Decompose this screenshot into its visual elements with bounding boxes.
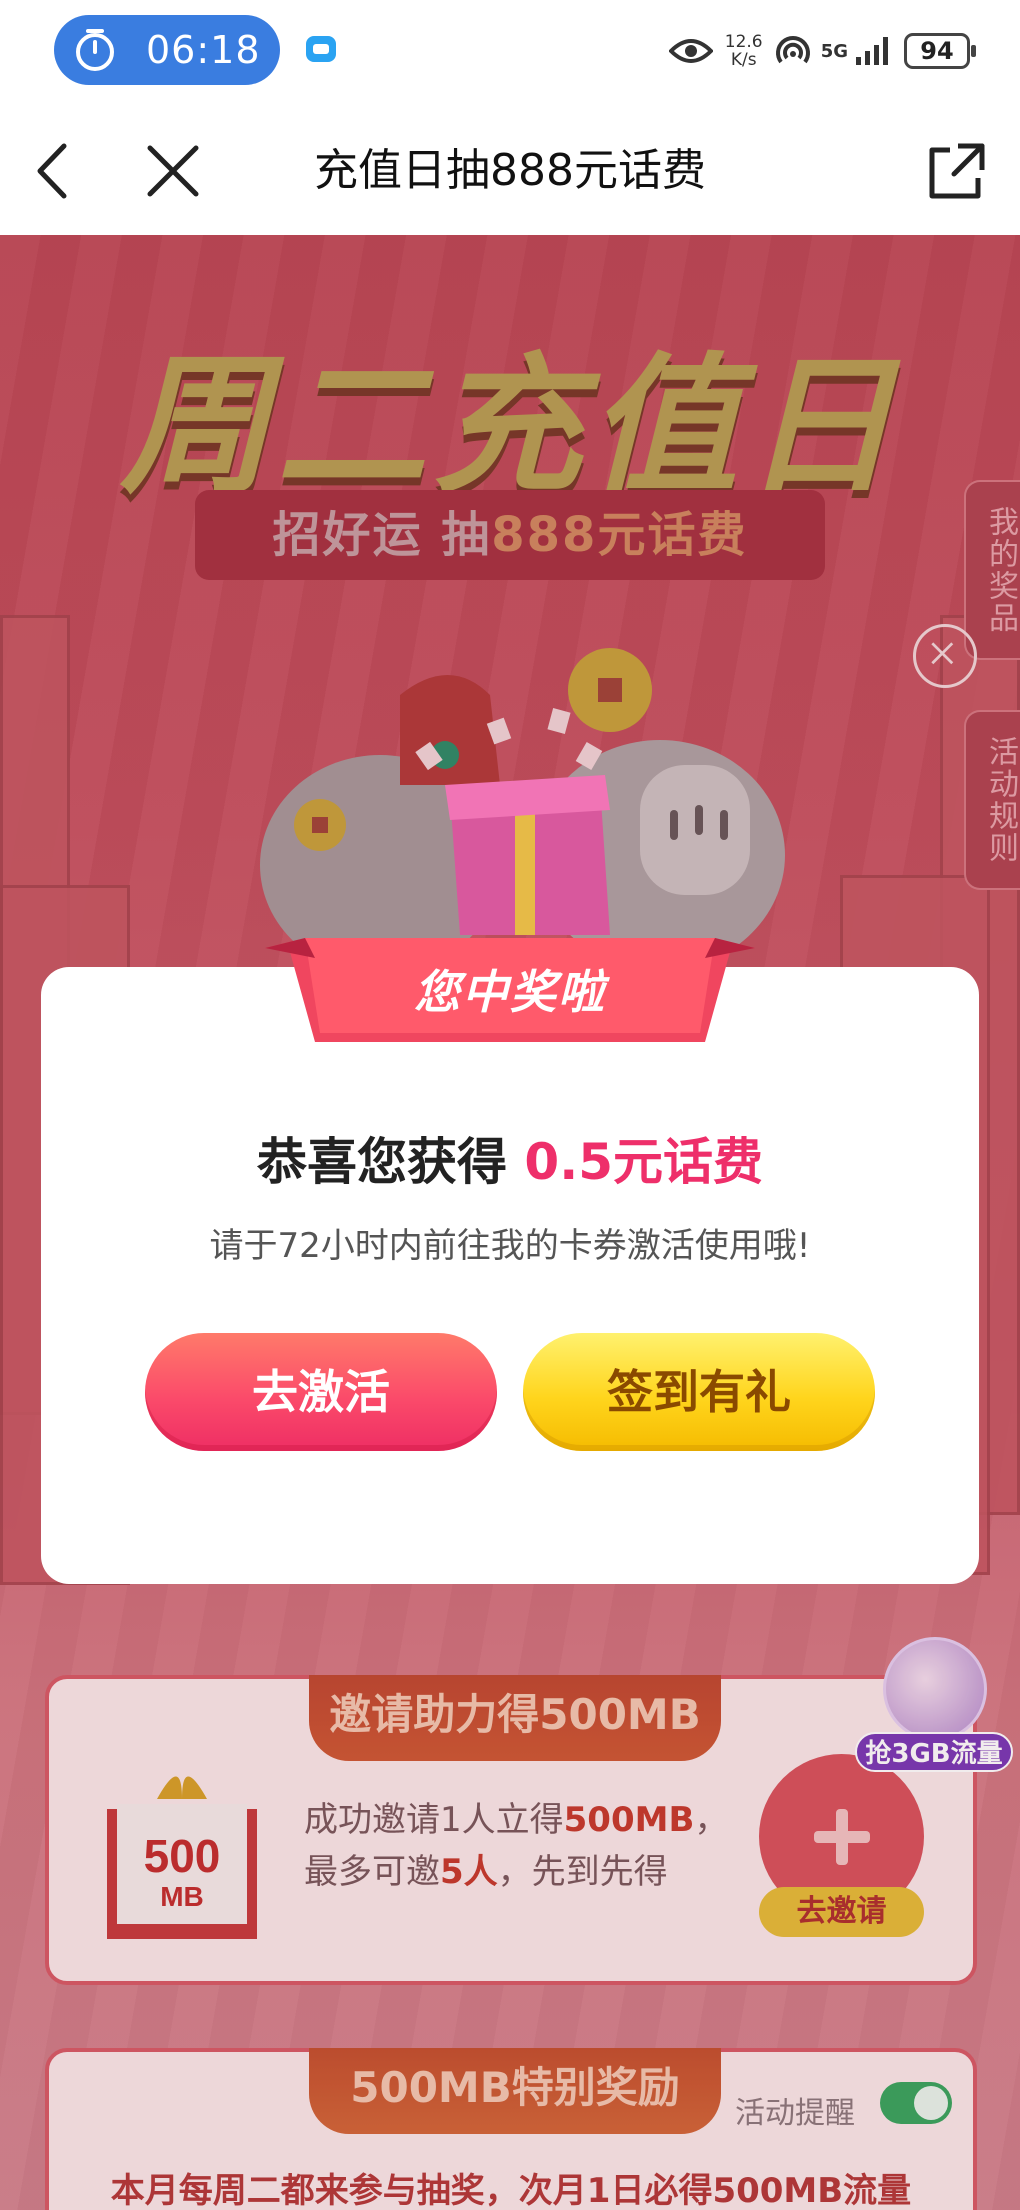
net-speed: 12.6 K/s xyxy=(723,33,765,69)
invite-button[interactable]: 去邀请 xyxy=(759,1887,924,1937)
grab-3gb-label: 抢3GB流量 xyxy=(855,1732,1013,1772)
invite-card: 邀请助力得500MB 500 MB 成功邀请1人立得500MB， 最多可邀5人，… xyxy=(45,1675,977,1985)
bonus-note: 本月每周二都来参与抽奖，次月1日必得500MB流量 xyxy=(110,2171,912,2210)
invite-description: 成功邀请1人立得500MB， 最多可邀5人，先到先得 xyxy=(304,1794,728,1898)
activate-button[interactable]: 去激活 xyxy=(145,1333,497,1451)
reminder-toggle[interactable] xyxy=(880,2082,952,2124)
checkin-gift-button[interactable]: 签到有礼 xyxy=(523,1333,875,1451)
time-pill[interactable]: 06:18 xyxy=(54,15,280,85)
page-title: 充值日抽888元话费 xyxy=(314,145,706,196)
lucky-cat-illustration xyxy=(260,648,785,975)
hero-subtitle-prefix: 招好运 抽 xyxy=(272,507,492,563)
popup-close-button[interactable] xyxy=(913,624,977,688)
gift-amount: 500 xyxy=(144,1830,221,1882)
invite-line1-highlight: 500MB xyxy=(563,1800,695,1840)
gift-box-icon: 500 MB xyxy=(107,1776,257,1939)
ribbon-label: 您中奖啦 xyxy=(414,965,606,1019)
net-speed-value: 12.6 xyxy=(724,32,763,52)
invite-line1-prefix: 成功邀请1人立得 xyxy=(304,1800,564,1840)
eye-icon xyxy=(668,39,713,63)
invite-line2-suffix: ，先到先得 xyxy=(497,1852,668,1892)
invite-line1-suffix: ， xyxy=(694,1800,729,1840)
activation-hint: 请于72小时内前往我的卡券激活使用哦! xyxy=(209,1226,811,1266)
gift-bubble-icon xyxy=(883,1637,987,1741)
status-indicators: 12.6 K/s 5G 94 xyxy=(668,26,976,76)
network-type: 5G xyxy=(820,40,848,62)
message-icon xyxy=(306,36,336,62)
grab-3gb-badge[interactable]: 抢3GB流量 xyxy=(855,1637,1013,1772)
net-speed-unit: K/s xyxy=(730,50,757,70)
bonus-card-header: 500MB特别奖励 xyxy=(309,2048,721,2134)
hero-subtitle: 招好运 抽888元话费 xyxy=(195,490,825,580)
gift-unit: MB xyxy=(160,1881,204,1912)
hero-subtitle-highlight: 888元话费 xyxy=(491,507,748,563)
invite-line2-prefix: 最多可邀 xyxy=(304,1852,440,1892)
share-icon[interactable] xyxy=(924,138,990,204)
invite-line2-highlight: 5人 xyxy=(440,1852,498,1892)
invite-card-header: 邀请助力得500MB xyxy=(309,1675,721,1761)
status-bar: 06:18 12.6 K/s 5G 94 xyxy=(0,0,1020,110)
status-time: 06:18 xyxy=(146,28,261,72)
prize-modal xyxy=(41,967,979,1584)
prize-ribbon: 您中奖啦 xyxy=(265,938,755,1042)
congrats-text: 恭喜您获得 0.5元话费 xyxy=(41,1122,979,1194)
reminder-label: 活动提醒 xyxy=(735,2096,855,2131)
hotspot-icon xyxy=(775,36,810,64)
prize-amount: 0.5元话费 xyxy=(524,1133,763,1191)
rules-tab[interactable]: 活动规则 xyxy=(964,710,1020,890)
nav-bar: 充值日抽888元话费 xyxy=(0,110,1020,235)
congrats-prefix: 恭喜您获得 xyxy=(257,1133,525,1191)
close-icon xyxy=(931,642,954,665)
stopwatch-icon xyxy=(76,29,114,71)
battery-indicator: 94 xyxy=(904,33,976,69)
signal-icon xyxy=(856,37,888,65)
